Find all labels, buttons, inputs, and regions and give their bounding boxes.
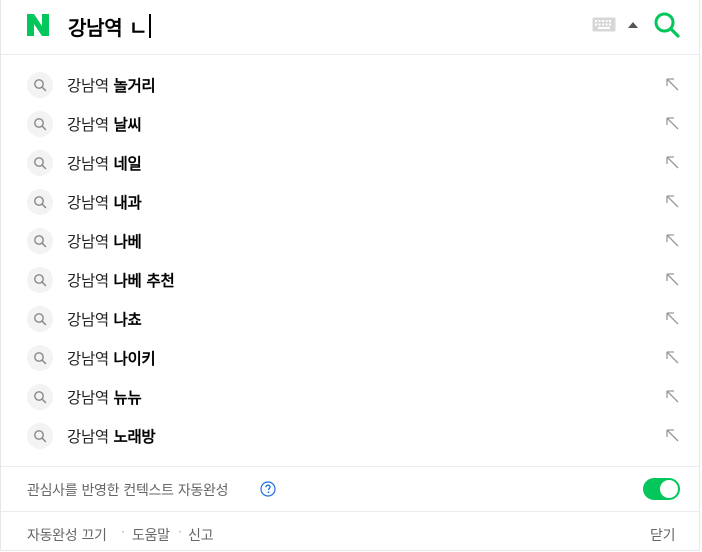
suggestion-text: 강남역 나베 [67,230,142,252]
suggestion-suffix: 내과 [113,194,142,212]
naver-logo-icon[interactable] [26,13,50,37]
suggestion-prefix: 강남역 [67,155,114,173]
context-autocomplete-label: 관심사를 반영한 컨텍스트 자동완성 [27,483,229,499]
arrow-up-left-icon[interactable] [665,233,680,248]
suggestion-suffix: 나베 추천 [113,272,175,290]
suggestion-prefix: 강남역 [67,350,114,368]
arrow-up-left-icon[interactable] [665,389,680,404]
suggestion-item[interactable]: 강남역 뉴뉴 [1,377,699,416]
suggestion-prefix: 강남역 [67,77,114,95]
arrow-up-left-icon[interactable] [665,155,680,170]
suggestion-suffix: 나이키 [113,350,156,368]
suggestion-prefix: 강남역 [67,311,114,329]
text-caret [149,14,151,38]
suggestion-suffix: 나베 [113,233,142,251]
arrow-up-left-icon[interactable] [665,77,680,92]
suggestion-item[interactable]: 강남역 놀거리 [1,65,699,104]
search-small-icon [27,111,53,137]
suggestion-text: 강남역 놀거리 [67,74,156,96]
suggestion-prefix: 강남역 [67,116,114,134]
suggestion-suffix: 놀거리 [113,77,156,95]
question-circle-icon[interactable] [260,481,276,497]
suggestion-item[interactable]: 강남역 노래방 [1,416,699,455]
arrow-up-left-icon[interactable] [665,194,680,209]
search-small-icon [27,345,53,371]
suggestion-item[interactable]: 강남역 네일 [1,143,699,182]
arrow-up-left-icon[interactable] [665,272,680,287]
suggestion-text: 강남역 노래방 [67,425,156,447]
help-link[interactable]: 도움말 [132,525,170,545]
suggestion-text: 강남역 나이키 [67,347,156,369]
search-small-icon [27,384,53,410]
suggestion-prefix: 강남역 [67,233,114,251]
search-small-icon [27,72,53,98]
search-small-icon [27,423,53,449]
suggestion-item[interactable]: 강남역 내과 [1,182,699,221]
separator: · [121,525,125,539]
search-small-icon [27,150,53,176]
search-small-icon [27,228,53,254]
search-icon[interactable] [653,11,680,38]
arrow-up-left-icon[interactable] [665,311,680,326]
suggestion-item[interactable]: 강남역 날씨 [1,104,699,143]
suggestion-suffix: 나쵸 [113,311,142,329]
context-autocomplete-row: 관심사를 반영한 컨텍스트 자동완성 [1,466,699,511]
arrow-up-left-icon[interactable] [665,428,680,443]
suggestion-text: 강남역 내과 [67,191,142,213]
close-link[interactable]: 닫기 [650,525,675,545]
suggestion-list: 강남역 놀거리 강남역 날씨 강남역 네일 강남역 내과 강남역 나베 강남역 … [1,65,699,455]
search-input[interactable]: 강남역 ㄴ [68,12,151,40]
search-small-icon [27,267,53,293]
toggle-knob [660,480,678,498]
suggestion-prefix: 강남역 [67,272,114,290]
search-query-text: 강남역 ㄴ [68,15,148,40]
suggestion-item[interactable]: 강남역 나이키 [1,338,699,377]
search-small-icon [27,306,53,332]
suggestion-text: 강남역 네일 [67,152,142,174]
suggestion-text: 강남역 날씨 [67,113,142,135]
keyboard-icon[interactable] [592,17,616,32]
suggestion-suffix: 노래방 [113,428,156,446]
footer-bar: 자동완성 끄기 · 도움말 · 신고 닫기 [1,511,699,552]
autocomplete-panel: 강남역 ㄴ 강남역 놀거리 강남역 날씨 강남역 네일 강남역 내과 강남역 나… [0,0,700,551]
suggestion-suffix: 네일 [113,155,142,173]
suggestion-item[interactable]: 강남역 나쵸 [1,299,699,338]
suggestion-item[interactable]: 강남역 나베 [1,221,699,260]
search-small-icon [27,189,53,215]
autocomplete-off-link[interactable]: 자동완성 끄기 [27,525,107,545]
suggestion-prefix: 강남역 [67,428,114,446]
suggestion-text: 강남역 나쵸 [67,308,142,330]
suggestion-text: 강남역 나베 추천 [67,269,175,291]
context-autocomplete-toggle[interactable] [643,478,680,500]
search-header: 강남역 ㄴ [1,0,699,55]
separator: · [178,525,182,539]
suggestion-item[interactable]: 강남역 나베 추천 [1,260,699,299]
report-link[interactable]: 신고 [188,525,213,545]
suggestion-prefix: 강남역 [67,194,114,212]
suggestion-text: 강남역 뉴뉴 [67,386,142,408]
suggestion-prefix: 강남역 [67,389,114,407]
arrow-up-left-icon[interactable] [665,350,680,365]
arrow-up-left-icon[interactable] [665,116,680,131]
suggestion-suffix: 뉴뉴 [113,389,142,407]
triangle-up-icon[interactable] [628,22,638,28]
suggestion-suffix: 날씨 [113,116,142,134]
